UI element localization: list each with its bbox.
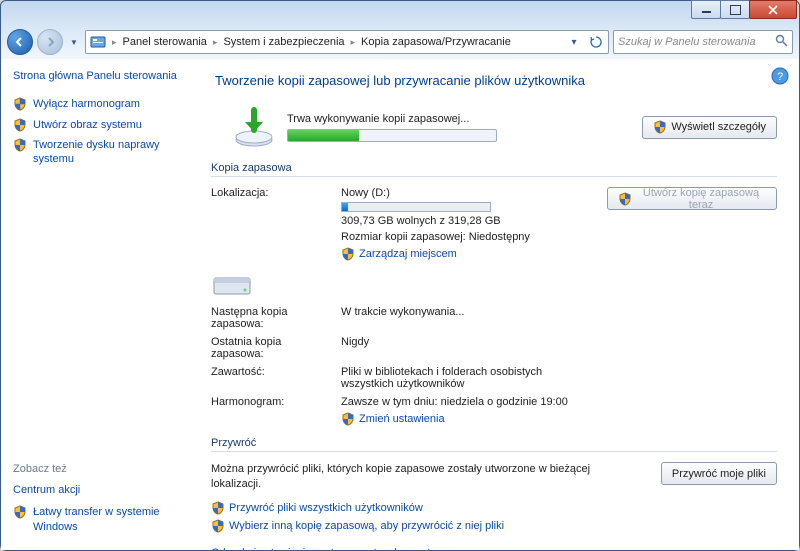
sidebar-label: Tworzenie dysku naprawy systemu xyxy=(33,138,189,167)
search-input[interactable]: Szukaj w Panelu sterowania xyxy=(613,30,793,54)
sidebar-link-repair-disc[interactable]: Tworzenie dysku naprawy systemu xyxy=(13,138,189,167)
navbar: ▼ ▸ Panel sterowania ▸ System i zabezpie… xyxy=(1,25,799,59)
progress-bar xyxy=(287,129,497,142)
backup-info-grid: Lokalizacja: Nowy (D:) 309,73 GB wolnych… xyxy=(211,187,777,429)
hard-drive-icon xyxy=(211,270,253,300)
shield-icon xyxy=(211,501,225,515)
drive-name: Nowy (D:) xyxy=(341,187,597,199)
titlebar xyxy=(1,1,799,25)
minimize-button[interactable] xyxy=(691,0,721,19)
sidebar: Strona główna Panelu sterowania Wyłącz h… xyxy=(1,59,201,550)
shield-icon xyxy=(653,120,667,134)
breadcrumb-bar[interactable]: ▸ Panel sterowania ▸ System i zabezpiecz… xyxy=(85,30,609,54)
backup-status-text: Trwa wykonywanie kopii zapasowej... xyxy=(287,113,632,142)
sidebar-label: Wyłącz harmonogram xyxy=(33,97,140,111)
view-details-button[interactable]: Wyświetl szczegóły xyxy=(642,116,777,139)
next-backup-label: Następna kopia zapasowa: xyxy=(211,306,331,330)
shield-icon xyxy=(341,247,355,261)
button-label: Wyświetl szczegóły xyxy=(671,121,766,133)
link-label: Zarządzaj miejscem xyxy=(359,248,457,260)
recover-system-settings-link[interactable]: Odzyskaj ustawienia systemu na tym kompu… xyxy=(211,547,777,550)
backup-now-button[interactable]: Utwórz kopię zapasową teraz xyxy=(607,187,777,210)
see-also-heading: Zobacz też xyxy=(13,463,189,475)
backup-running-icon xyxy=(231,106,277,148)
shield-icon xyxy=(13,118,27,132)
body: Strona główna Panelu sterowania Wyłącz h… xyxy=(1,59,799,550)
breadcrumb-item[interactable]: Kopia zapasowa/Przywracanie xyxy=(357,36,515,48)
shield-icon xyxy=(211,519,225,533)
last-backup-label: Ostatnia kopia zapasowa: xyxy=(211,336,331,360)
close-button[interactable] xyxy=(749,0,797,19)
breadcrumb-item[interactable]: Panel sterowania xyxy=(119,36,211,48)
nav-forward-button[interactable] xyxy=(37,29,63,55)
backup-section-heading: Kopia zapasowa xyxy=(211,162,777,177)
search-placeholder: Szukaj w Panelu sterowania xyxy=(618,36,756,48)
sidebar-link-action-center[interactable]: Centrum akcji xyxy=(13,483,189,497)
button-label: Przywróć moje pliki xyxy=(672,468,766,480)
shield-icon xyxy=(13,138,27,152)
shield-icon xyxy=(341,412,355,426)
location-value: Nowy (D:) 309,73 GB wolnych z 319,28 GB … xyxy=(341,187,597,264)
next-backup-value: W trakcie wykonywania... xyxy=(341,306,597,330)
change-settings-link[interactable]: Zmień ustawienia xyxy=(341,412,445,426)
restore-all-users-link[interactable]: Przywróć pliki wszystkich użytkowników xyxy=(211,501,777,515)
hdd-icon-cell xyxy=(211,270,331,300)
window-buttons xyxy=(692,0,797,19)
chevron-right-icon: ▸ xyxy=(110,37,119,48)
link-label: Wybierz inną kopię zapasową, aby przywró… xyxy=(229,520,504,532)
shield-icon xyxy=(618,192,632,206)
restore-my-files-button[interactable]: Przywróć moje pliki xyxy=(661,462,777,485)
schedule-label: Harmonogram: xyxy=(211,396,331,429)
backup-size: Rozmiar kopii zapasowej: Niedostępny xyxy=(341,231,597,243)
control-panel-icon xyxy=(89,33,107,51)
search-icon xyxy=(775,34,788,50)
content-label: Zawartość: xyxy=(211,366,331,390)
sidebar-label: Utwórz obraz systemu xyxy=(33,118,142,132)
status-message: Trwa wykonywanie kopii zapasowej... xyxy=(287,113,632,125)
refresh-button[interactable] xyxy=(586,32,606,52)
location-label: Lokalizacja: xyxy=(211,187,331,264)
chevron-right-icon: ▸ xyxy=(349,37,358,48)
chevron-right-icon: ▸ xyxy=(211,37,220,48)
breadcrumb-dropdown[interactable]: ▾ xyxy=(564,32,584,52)
help-icon[interactable]: ? xyxy=(771,67,789,85)
content-pane: ? Tworzenie kopii zapasowej lub przywrac… xyxy=(201,59,799,550)
content-value: Pliki w bibliotekach i folderach osobist… xyxy=(341,366,597,390)
link-label: Zmień ustawienia xyxy=(359,413,445,425)
progress-fill xyxy=(288,130,359,141)
breadcrumb-item[interactable]: System i zabezpieczenia xyxy=(219,36,348,48)
choose-other-backup-link[interactable]: Wybierz inną kopię zapasową, aby przywró… xyxy=(211,519,777,533)
sidebar-link-easy-transfer[interactable]: Łatwy transfer w systemie Windows xyxy=(13,505,189,534)
sidebar-link-create-image[interactable]: Utwórz obraz systemu xyxy=(13,118,189,132)
sidebar-link-disable-schedule[interactable]: Wyłącz harmonogram xyxy=(13,97,189,111)
link-label: Przywróć pliki wszystkich użytkowników xyxy=(229,502,423,514)
svg-text:?: ? xyxy=(777,71,783,83)
free-space: 309,73 GB wolnych z 319,28 GB xyxy=(341,215,597,227)
window-frame: ▼ ▸ Panel sterowania ▸ System i zabezpie… xyxy=(0,0,800,551)
control-panel-home-link[interactable]: Strona główna Panelu sterowania xyxy=(13,69,189,83)
sidebar-label: Łatwy transfer w systemie Windows xyxy=(33,505,189,534)
restore-description: Można przywrócić pliki, których kopie za… xyxy=(211,462,641,493)
page-title: Tworzenie kopii zapasowej lub przywracan… xyxy=(215,73,777,88)
nav-back-button[interactable] xyxy=(7,29,33,55)
restore-row: Można przywrócić pliki, których kopie za… xyxy=(211,462,777,493)
maximize-button[interactable] xyxy=(720,0,750,19)
last-backup-value: Nigdy xyxy=(341,336,597,360)
restore-links: Przywróć pliki wszystkich użytkowników W… xyxy=(211,501,777,533)
shield-icon xyxy=(13,505,27,519)
schedule-text: Zawsze w tym dniu: niedziela o godzinie … xyxy=(341,396,597,408)
restore-section-heading: Przywróć xyxy=(211,437,777,452)
nav-history-dropdown[interactable]: ▼ xyxy=(67,32,81,52)
shield-icon xyxy=(13,97,27,111)
manage-space-link[interactable]: Zarządzaj miejscem xyxy=(341,247,457,261)
schedule-value: Zawsze w tym dniu: niedziela o godzinie … xyxy=(341,396,597,429)
backup-status-row: Trwa wykonywanie kopii zapasowej... Wyśw… xyxy=(231,106,777,148)
disk-usage-bar xyxy=(341,202,491,212)
button-label: Utwórz kopię zapasową teraz xyxy=(636,187,766,211)
